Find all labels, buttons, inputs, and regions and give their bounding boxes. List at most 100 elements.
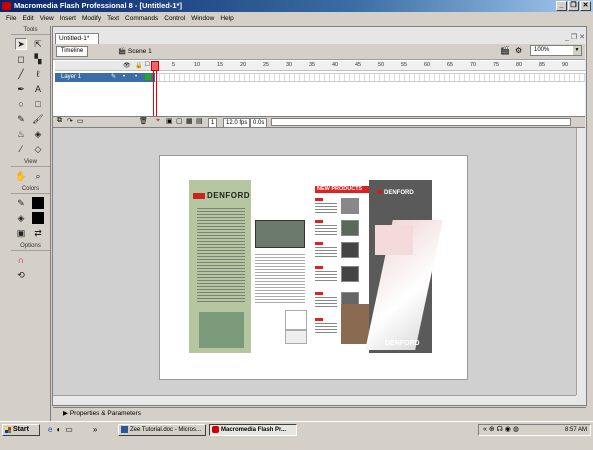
document-tab[interactable]: Untitled-1*	[55, 33, 99, 44]
brush-tool-icon[interactable]: 🖌	[32, 113, 44, 125]
frame-number: 30	[286, 62, 293, 68]
lock-icon[interactable]: 🔒	[135, 62, 142, 69]
edit-scene-icon[interactable]: 🎬	[500, 46, 510, 55]
pen-tool-icon[interactable]: ✒	[15, 83, 27, 95]
stage-vertical-scrollbar[interactable]	[576, 128, 585, 395]
taskbar-item-word[interactable]: Zee Tutorial.doc - Micros...	[118, 424, 206, 436]
edit-symbols-icon[interactable]: ⚙	[515, 46, 522, 55]
timeline-horizontal-scrollbar[interactable]	[271, 118, 571, 126]
properties-panel-bar[interactable]: ▶ Properties & Parameters	[53, 407, 586, 419]
menu-modify[interactable]: Modify	[79, 15, 104, 22]
menu-control[interactable]: Control	[161, 15, 188, 22]
onion-markers-icon[interactable]: ▤	[196, 117, 203, 125]
onion-skin-icon[interactable]: ▣	[166, 117, 173, 125]
eye-icon[interactable]: 👁	[123, 62, 131, 69]
straighten-icon[interactable]: ⟲	[15, 269, 27, 281]
product-text	[315, 203, 337, 213]
free-transform-tool-icon[interactable]: ◻	[15, 53, 27, 65]
ink-bottle-tool-icon[interactable]: ♨	[15, 128, 27, 140]
center-frame-icon[interactable]: ⌖	[156, 117, 160, 125]
outline-icon[interactable]: □	[145, 61, 149, 68]
scene-breadcrumb[interactable]: 🎬 Scene 1	[118, 46, 152, 57]
snap-magnet-icon[interactable]: ∩	[15, 254, 27, 266]
outline-color-box[interactable]	[145, 74, 151, 80]
subselection-tool-icon[interactable]: ⇱	[32, 38, 44, 50]
stroke-color-icon[interactable]: ✎	[15, 197, 27, 209]
middle-column-text	[255, 254, 305, 304]
taskbar-item-flash[interactable]: Macromedia Flash Pr...	[209, 424, 297, 436]
default-colors-icon[interactable]: ▣	[15, 227, 27, 239]
pencil-tool-icon[interactable]: ✎	[15, 113, 27, 125]
hand-tool-icon[interactable]: ✋	[15, 170, 27, 182]
layer-row[interactable]: Layer 1 ✎ • •	[55, 73, 155, 82]
delete-layer-icon[interactable]: 🗑	[139, 117, 148, 125]
zoom-select[interactable]: 100% ▼	[530, 45, 582, 56]
layer-frames[interactable]	[155, 73, 585, 82]
windows-flag-icon	[5, 427, 11, 433]
quick-launch: e ◐ ▭ »	[48, 425, 97, 434]
swap-colors-icon[interactable]: ⇄	[32, 227, 44, 239]
lock-dot-icon[interactable]: •	[135, 73, 137, 82]
oval-tool-icon[interactable]: ○	[15, 98, 27, 110]
document-window-controls[interactable]: _ ❐ ✕	[565, 33, 585, 41]
start-label: Start	[13, 426, 29, 433]
menu-file[interactable]: File	[3, 15, 19, 22]
menu-insert[interactable]: Insert	[57, 15, 79, 22]
zoom-tool-icon[interactable]: ⌕	[32, 170, 44, 182]
building-photo	[199, 312, 244, 348]
product-tag	[315, 242, 323, 245]
more-icon[interactable]: »	[93, 425, 97, 434]
text-tool-icon[interactable]: A	[32, 83, 44, 95]
menu-help[interactable]: Help	[217, 15, 236, 22]
tray-icons[interactable]: « ⊕ ☊ ◉ ◍	[483, 425, 519, 435]
denford-logo-mark	[377, 190, 382, 194]
product-text	[315, 297, 337, 307]
add-folder-icon[interactable]: ▭	[77, 117, 84, 125]
timeline-toggle-button[interactable]: Timeline	[56, 46, 88, 57]
view-header: View	[11, 158, 50, 167]
flash-icon	[212, 426, 219, 433]
product-text	[315, 271, 337, 281]
restore-button[interactable]: ❐	[568, 1, 579, 11]
menu-view[interactable]: View	[37, 15, 57, 22]
add-guide-icon[interactable]: ↷	[67, 117, 73, 125]
product-tag	[315, 220, 323, 223]
chevron-down-icon[interactable]: ▼	[573, 46, 581, 55]
menu-window[interactable]: Window	[188, 15, 217, 22]
menu-bar: File Edit View Insert Modify Text Comman…	[0, 12, 593, 24]
fill-transform-tool-icon[interactable]: ▚	[32, 53, 44, 65]
magazine-bitmap[interactable]: DENFORD NEW PRODUCTS DENFORD DENFORD	[189, 180, 443, 353]
product-text	[315, 247, 337, 257]
stroke-swatch[interactable]	[32, 197, 44, 209]
edit-multiple-frames-icon[interactable]: ▦	[186, 117, 193, 125]
selection-tool-icon[interactable]: ➤	[15, 38, 27, 50]
menu-commands[interactable]: Commands	[122, 15, 161, 22]
smooth-icon[interactable]	[32, 254, 44, 266]
ie-icon[interactable]: e	[48, 425, 52, 434]
desktop-icon[interactable]: ▭	[65, 425, 73, 434]
eyedropper-tool-icon[interactable]: ⁄	[15, 143, 27, 155]
menu-edit[interactable]: Edit	[19, 15, 36, 22]
fill-swatch[interactable]	[32, 212, 44, 224]
onion-outline-icon[interactable]: ▢	[176, 117, 183, 125]
add-layer-icon[interactable]: ⧉	[57, 117, 62, 125]
stage-horizontal-scrollbar[interactable]	[53, 395, 576, 403]
explorer-icon[interactable]: ◐	[56, 425, 61, 434]
partner-logo	[285, 330, 307, 344]
rectangle-tool-icon[interactable]: □	[32, 98, 44, 110]
line-tool-icon[interactable]: ╱	[15, 68, 27, 80]
visibility-dot-icon[interactable]: •	[123, 73, 125, 82]
pencil-icon: ✎	[111, 74, 117, 80]
start-button[interactable]: Start	[2, 424, 40, 436]
lasso-tool-icon[interactable]: ℓ	[32, 68, 44, 80]
close-button[interactable]: ✕	[580, 1, 591, 11]
playhead-handle[interactable]	[151, 61, 159, 71]
eraser-tool-icon[interactable]: ◇	[32, 143, 44, 155]
f1-logo	[285, 310, 307, 330]
menu-text[interactable]: Text	[104, 15, 122, 22]
minimize-button[interactable]: _	[556, 1, 567, 11]
frame-ruler[interactable]: 5 10 15 20 25 30 35 40 45 50 55 60 65 70…	[155, 61, 585, 71]
paint-bucket-tool-icon[interactable]: ◈	[32, 128, 44, 140]
product-text	[315, 323, 337, 335]
fill-color-icon[interactable]: ◈	[15, 212, 27, 224]
